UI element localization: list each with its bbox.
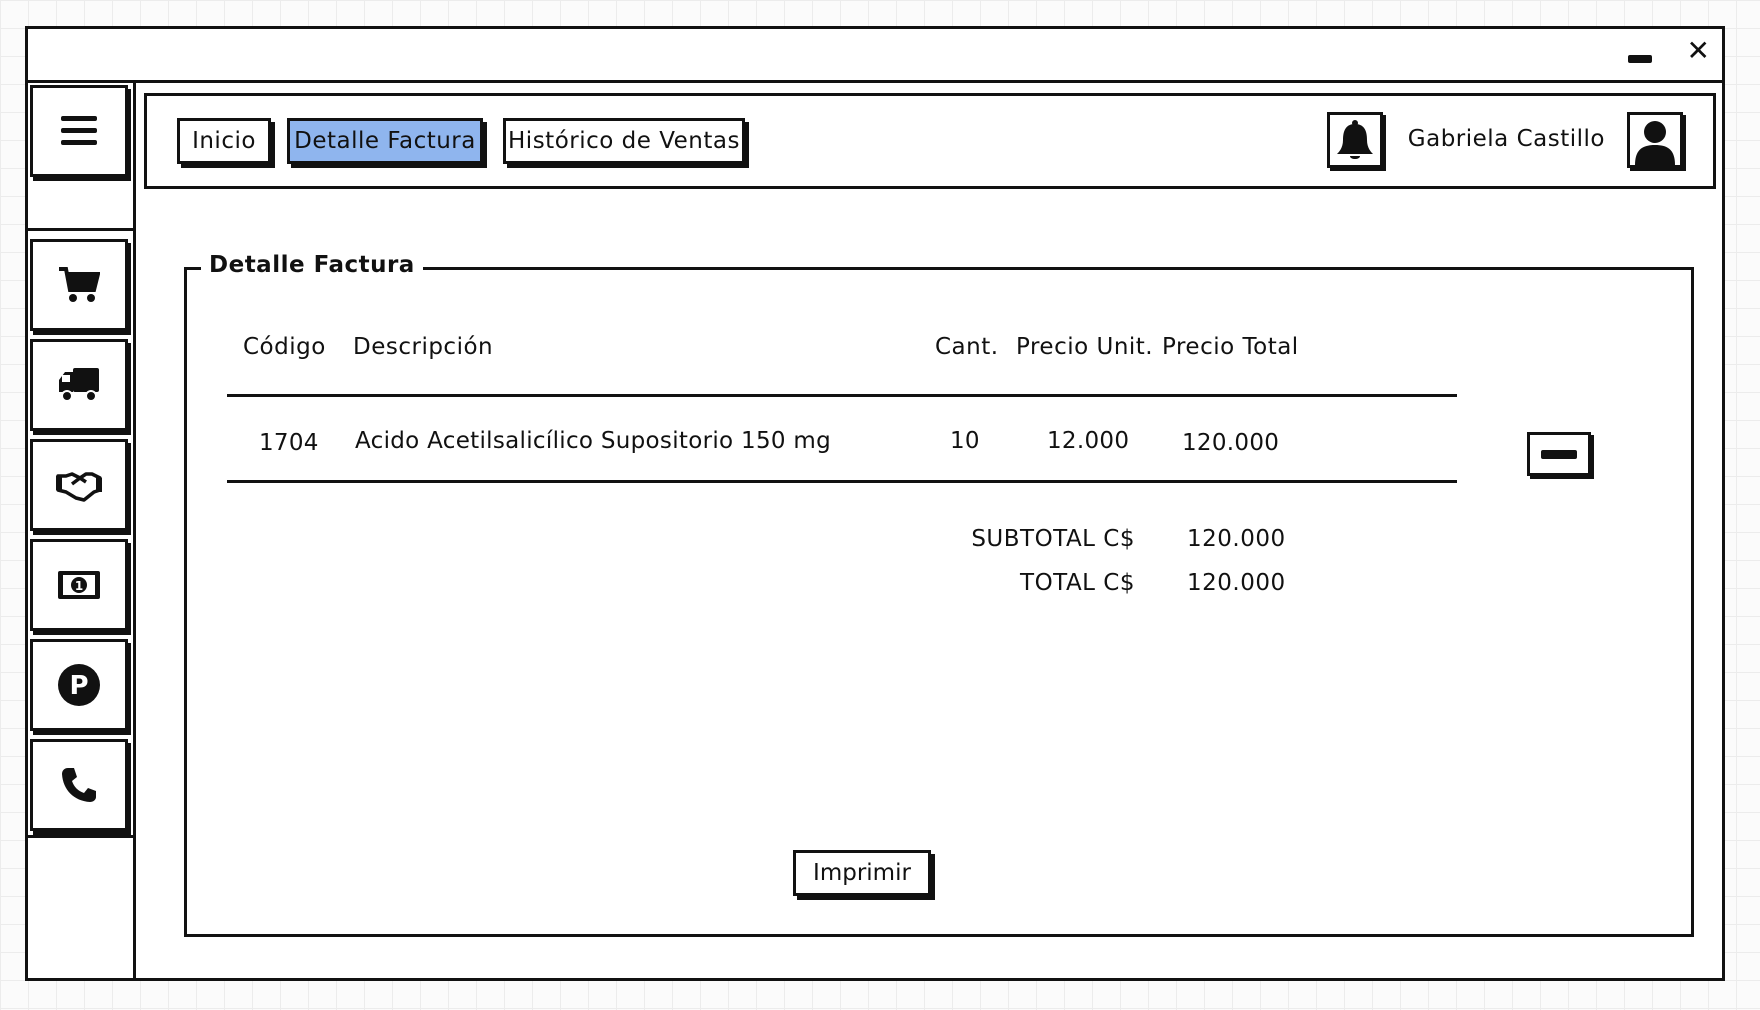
hamburger-menu-icon: [61, 116, 97, 145]
subtotal-value: 120.000: [1187, 526, 1286, 552]
top-navigation-bar: Inicio Detalle Factura Histórico de Vent…: [144, 93, 1716, 189]
phone-icon: [62, 768, 96, 802]
tab-detalle-factura[interactable]: Detalle Factura: [287, 118, 483, 164]
cell-unit-price: 12.000: [1047, 428, 1130, 454]
minimize-icon[interactable]: [1628, 55, 1652, 63]
money-bill-icon: 1: [58, 571, 100, 599]
close-icon[interactable]: ✕: [1687, 33, 1710, 69]
column-header-code: Código: [243, 334, 326, 360]
remove-item-button[interactable]: [1527, 432, 1591, 476]
sidebar-item-menu[interactable]: [30, 85, 128, 177]
subtotal-label: SUBTOTAL C$: [971, 526, 1135, 552]
sidebar-item-delivery[interactable]: [30, 339, 128, 431]
cell-description: Acido Acetilsalicílico Supositorio 150 m…: [355, 428, 832, 454]
column-header-unit-price: Precio Unit.: [1016, 334, 1154, 360]
sidebar-item-clients[interactable]: [30, 439, 128, 531]
cell-total-price: 120.000: [1182, 430, 1280, 456]
sidebar-divider: [28, 835, 133, 838]
column-header-description: Descripción: [353, 334, 494, 360]
user-name: Gabriela Castillo: [1407, 126, 1605, 152]
table-divider: [227, 480, 1457, 483]
sidebar-item-parking[interactable]: P: [30, 639, 128, 731]
column-header-total-price: Precio Total: [1162, 334, 1299, 360]
total-label: TOTAL C$: [1020, 570, 1135, 596]
cell-qty: 10: [950, 428, 980, 454]
svg-text:1: 1: [75, 579, 83, 593]
tab-historico-ventas[interactable]: Histórico de Ventas: [503, 118, 745, 164]
sidebar-item-contact[interactable]: [30, 739, 128, 831]
invoice-detail-panel: Detalle Factura Código Descripción Cant.…: [184, 252, 1694, 937]
main-area: Inicio Detalle Factura Histórico de Vent…: [136, 83, 1722, 978]
user-avatar-icon: [1635, 121, 1675, 165]
tab-inicio[interactable]: Inicio: [177, 118, 271, 164]
sidebar-item-sales[interactable]: [30, 239, 128, 331]
title-bar: ✕: [28, 29, 1722, 83]
total-value: 120.000: [1187, 570, 1286, 596]
sidebar-item-cash[interactable]: 1: [30, 539, 128, 631]
sidebar-divider: [28, 228, 133, 231]
svg-text:P: P: [69, 671, 88, 701]
table-divider: [227, 394, 1457, 397]
notifications-button[interactable]: [1327, 112, 1383, 168]
truck-icon: [59, 368, 99, 402]
column-header-qty: Cant.: [935, 334, 999, 360]
minus-icon: [1541, 449, 1577, 459]
panel-legend: Detalle Factura: [201, 252, 423, 278]
shopping-cart-icon: [59, 267, 100, 302]
parking-icon: P: [58, 664, 100, 706]
bell-icon: [1337, 120, 1373, 159]
cell-code: 1704: [259, 430, 319, 456]
sidebar: 1 P: [28, 83, 136, 978]
app-window: ✕ 1 P Inicio Detalle Factura Histórico d…: [25, 26, 1725, 981]
print-button[interactable]: Imprimir: [793, 850, 931, 896]
user-avatar-button[interactable]: [1627, 112, 1683, 168]
handshake-icon: [56, 472, 102, 502]
